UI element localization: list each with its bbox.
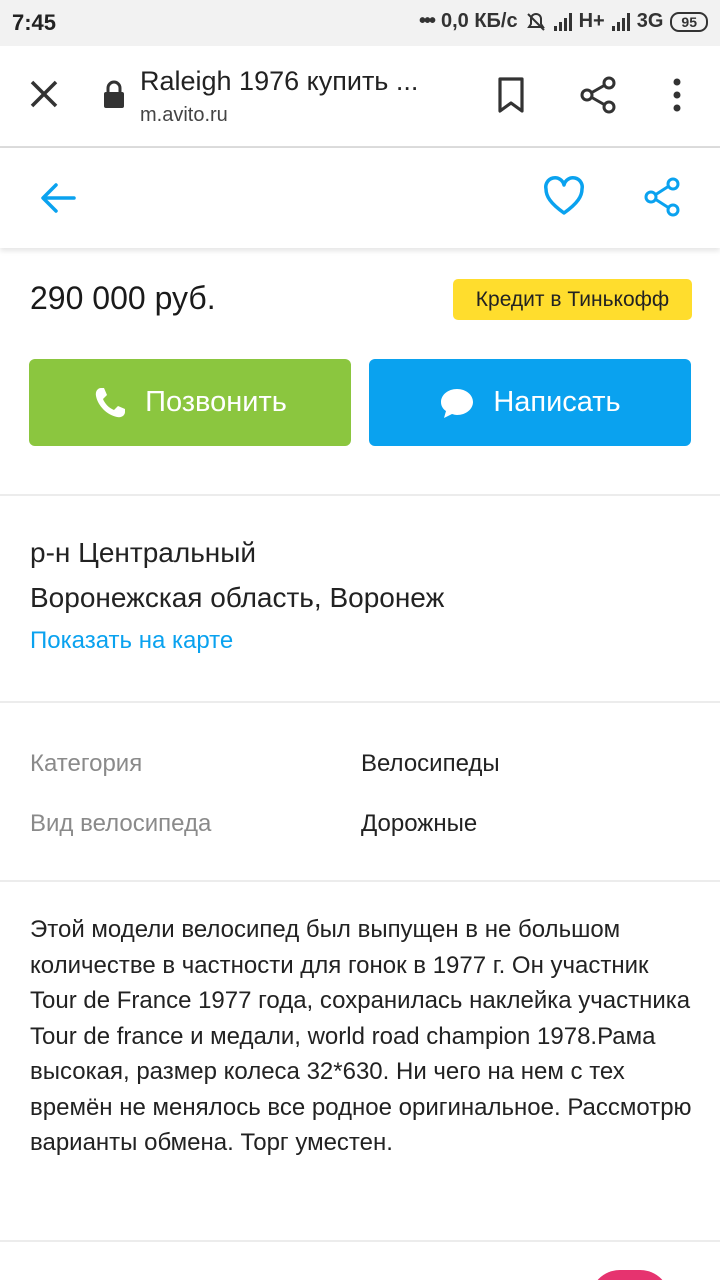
app-header xyxy=(0,148,720,248)
signal-icon xyxy=(553,12,572,31)
share-icon[interactable] xyxy=(642,176,682,218)
back-arrow-icon[interactable] xyxy=(38,178,78,218)
credit-badge[interactable]: Кредит в Тинькофф xyxy=(453,279,692,320)
param-label-bike-type: Вид велосипеда xyxy=(30,810,212,837)
status-bar: 7:45 ••• 0,0 КБ/с H+ 3G 95 xyxy=(0,0,720,46)
page-url: m.avito.ru xyxy=(140,104,228,126)
show-on-map-link[interactable]: Показать на карте xyxy=(30,627,233,655)
divider xyxy=(0,1240,720,1242)
address-district: р-н Центральный xyxy=(30,537,257,568)
lock-icon xyxy=(104,80,124,108)
floating-action-partial[interactable] xyxy=(590,1270,670,1280)
divider xyxy=(0,494,720,496)
price: 290 000 руб. xyxy=(30,280,216,316)
address-region: Воронежская область, Воронеж xyxy=(30,582,445,613)
param-value-bike-type: Дорожные xyxy=(361,810,478,837)
close-icon[interactable] xyxy=(26,76,62,112)
call-button-label: Позвонить xyxy=(145,386,287,418)
browser-toolbar: Raleigh 1976 купить ... m.avito.ru xyxy=(0,46,720,148)
param-value-category: Велосипеды xyxy=(361,750,500,777)
page-title: Raleigh 1976 купить ... xyxy=(140,66,419,96)
network-type-2: 3G xyxy=(636,10,664,32)
network-type-1: H+ xyxy=(578,10,605,32)
write-button[interactable]: Написать xyxy=(369,359,691,446)
share-icon[interactable] xyxy=(578,76,618,114)
divider xyxy=(0,880,720,882)
more-icon[interactable] xyxy=(666,76,688,114)
call-button[interactable]: Позвонить xyxy=(29,359,351,446)
mute-bell-icon xyxy=(526,12,545,31)
phone-icon xyxy=(95,387,126,417)
write-button-label: Написать xyxy=(493,386,621,418)
battery-level: 95 xyxy=(670,11,708,32)
heart-icon[interactable] xyxy=(542,176,586,218)
description: Этой модели велосипед был выпущен в не б… xyxy=(30,916,692,1156)
net-speed: 0,0 КБ/с xyxy=(440,10,518,32)
divider xyxy=(0,701,720,703)
bookmark-icon[interactable] xyxy=(494,76,528,114)
status-time: 7:45 xyxy=(12,10,57,35)
param-label-category: Категория xyxy=(30,750,143,777)
status-indicators: ••• 0,0 КБ/с H+ 3G 95 xyxy=(419,10,708,33)
notification-dots-icon: ••• xyxy=(418,10,436,32)
signal-icon-2 xyxy=(611,12,630,31)
chat-bubble-icon xyxy=(441,388,474,418)
